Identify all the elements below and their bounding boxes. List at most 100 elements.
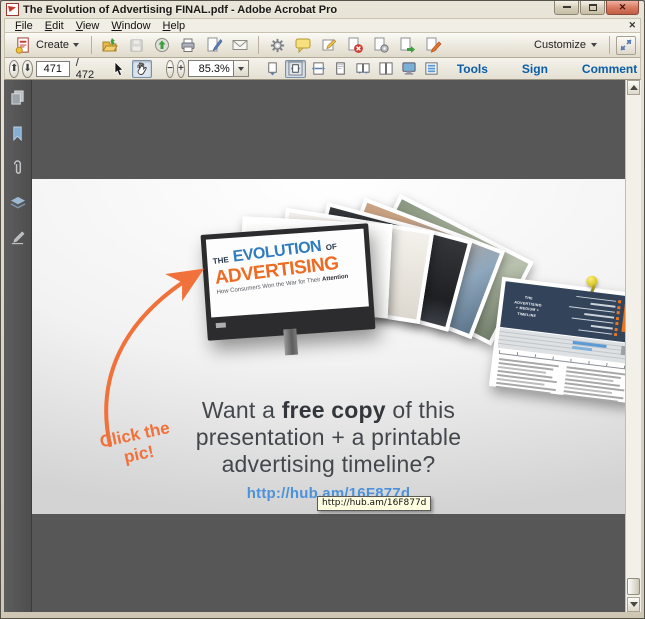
navigation-toolbar: ⬆ ⬇ / 472 − + 85.3%	[4, 58, 641, 80]
fit-width-button[interactable]	[309, 60, 328, 78]
scroll-up-button[interactable]	[627, 80, 640, 95]
document-view-area[interactable]: THE EVOLUTION OF ADVERTISING How Consume…	[32, 80, 625, 612]
zoom-caret-icon	[238, 67, 244, 71]
hand-tool-button[interactable]	[132, 60, 152, 78]
cta-line1-post: of this	[386, 397, 455, 423]
next-page-button[interactable]: ⬇	[22, 60, 32, 78]
annotate-button[interactable]	[317, 34, 341, 56]
zoom-dropdown-button[interactable]	[234, 60, 249, 77]
create-dropdown-caret-icon	[73, 43, 79, 47]
close-button[interactable]: ✕	[606, 1, 639, 15]
text-line-decoration	[578, 329, 612, 335]
zoom-out-button[interactable]: −	[166, 60, 174, 78]
fit-width-icon	[311, 61, 326, 76]
scroll-up-icon	[630, 85, 638, 90]
open-file-button[interactable]	[98, 34, 122, 56]
tools-panel-button[interactable]: Tools	[447, 62, 498, 76]
create-pdf-icon	[15, 37, 32, 54]
timeline-logo: THE ADVERTISING + MEDIUM + TIMELINE	[503, 285, 552, 330]
scroll-down-button[interactable]	[627, 597, 640, 612]
preferences-button[interactable]	[265, 34, 289, 56]
menu-view[interactable]: View	[70, 20, 106, 32]
scrollbar-thumb[interactable]	[627, 578, 640, 595]
page-number-input[interactable]	[36, 61, 70, 77]
page-delete-icon	[346, 36, 364, 54]
presentation-stack-image-link[interactable]: THE EVOLUTION OF ADVERTISING How Consume…	[200, 189, 500, 384]
link-url-tooltip: http://hub.am/16F877d	[317, 496, 431, 511]
comment-bubble-button[interactable]	[291, 34, 315, 56]
select-tool-button[interactable]	[111, 60, 129, 78]
zoom-in-button[interactable]: +	[177, 60, 185, 78]
navigation-pane-rail	[4, 80, 32, 612]
full-screen-button[interactable]	[399, 60, 419, 78]
menu-help[interactable]: Help	[157, 20, 192, 32]
fill-sign-button[interactable]	[202, 34, 226, 56]
printer-icon	[179, 36, 197, 54]
create-button-label: Create	[36, 39, 69, 51]
save-file-button[interactable]	[124, 34, 148, 56]
maximize-button[interactable]	[580, 1, 605, 15]
window-controls: ✕	[553, 1, 639, 15]
window-title: The Evolution of Advertising FINAL.pdf -…	[23, 4, 337, 16]
edit-page-button[interactable]	[421, 34, 445, 56]
previous-page-button[interactable]: ⬆	[9, 60, 19, 78]
page-thumbnails-button[interactable]	[7, 88, 29, 108]
create-button[interactable]: Create	[9, 34, 85, 56]
single-page-icon	[333, 61, 348, 76]
bookmarks-button[interactable]	[7, 123, 29, 143]
close-document-icon[interactable]: ✕	[628, 20, 636, 31]
full-screen-monitor-icon	[401, 61, 417, 76]
print-button[interactable]	[176, 34, 200, 56]
email-button[interactable]	[228, 34, 252, 56]
timeline-text-column	[496, 358, 559, 395]
cta-line2: presentation + a printable	[32, 424, 625, 451]
pdf-page: THE EVOLUTION OF ADVERTISING How Consume…	[32, 179, 625, 514]
orange-marker-decoration	[615, 327, 618, 330]
attachments-button[interactable]	[7, 158, 29, 178]
share-upload-button[interactable]	[150, 34, 174, 56]
title-bar[interactable]: The Evolution of Advertising FINAL.pdf -…	[4, 1, 641, 18]
fit-page-icon	[288, 61, 303, 76]
customize-label: Customize	[534, 39, 586, 51]
zoom-level-control[interactable]: 85.3%	[188, 60, 249, 77]
cta-line1-pre: Want a	[202, 397, 282, 423]
delete-pages-button[interactable]	[343, 34, 367, 56]
two-page-view-icon	[378, 61, 394, 76]
minimize-button[interactable]	[554, 1, 579, 15]
fit-page-button[interactable]	[285, 60, 306, 78]
page-settings-button[interactable]	[369, 34, 393, 56]
reading-mode-icon	[424, 61, 439, 76]
menu-window[interactable]: Window	[105, 20, 156, 32]
customize-dropdown-caret-icon	[591, 43, 597, 47]
customize-button[interactable]: Customize	[528, 39, 603, 51]
two-page-view-button[interactable]	[376, 60, 396, 78]
note-pencil-icon	[320, 36, 338, 54]
reading-mode-button[interactable]	[422, 60, 441, 78]
sign-panel-button[interactable]: Sign	[512, 62, 558, 76]
menu-edit[interactable]: Edit	[39, 20, 70, 32]
zoom-level-value[interactable]: 85.3%	[188, 60, 234, 77]
paperclip-icon	[11, 160, 24, 176]
signatures-button[interactable]	[7, 228, 29, 248]
sign-pen-icon	[205, 36, 223, 54]
export-page-button[interactable]	[395, 34, 419, 56]
text-line-decoration	[590, 325, 612, 329]
menu-file[interactable]: File	[9, 20, 39, 32]
hand-tool-icon	[135, 61, 149, 76]
expand-toolbar-button[interactable]	[616, 36, 636, 55]
single-page-button[interactable]	[331, 60, 350, 78]
save-floppy-icon	[128, 37, 145, 54]
acrobat-app-icon	[6, 3, 19, 16]
two-page-scroll-button[interactable]	[353, 60, 373, 78]
document-workspace: THE EVOLUTION OF ADVERTISING How Consume…	[4, 80, 641, 612]
page-edit-pencil-icon	[424, 36, 442, 54]
scrolling-mode-button[interactable]	[263, 60, 282, 78]
comment-panel-button[interactable]: Comment	[572, 62, 645, 76]
layers-button[interactable]	[7, 193, 29, 213]
maximize-icon	[589, 4, 597, 11]
billboard-of: OF	[325, 242, 337, 252]
vertical-scrollbar[interactable]	[625, 80, 641, 612]
speech-bubble-icon	[294, 36, 312, 54]
billboard-text: THE EVOLUTION OF ADVERTISING How Consume…	[212, 233, 364, 296]
expand-arrows-icon	[620, 39, 632, 51]
